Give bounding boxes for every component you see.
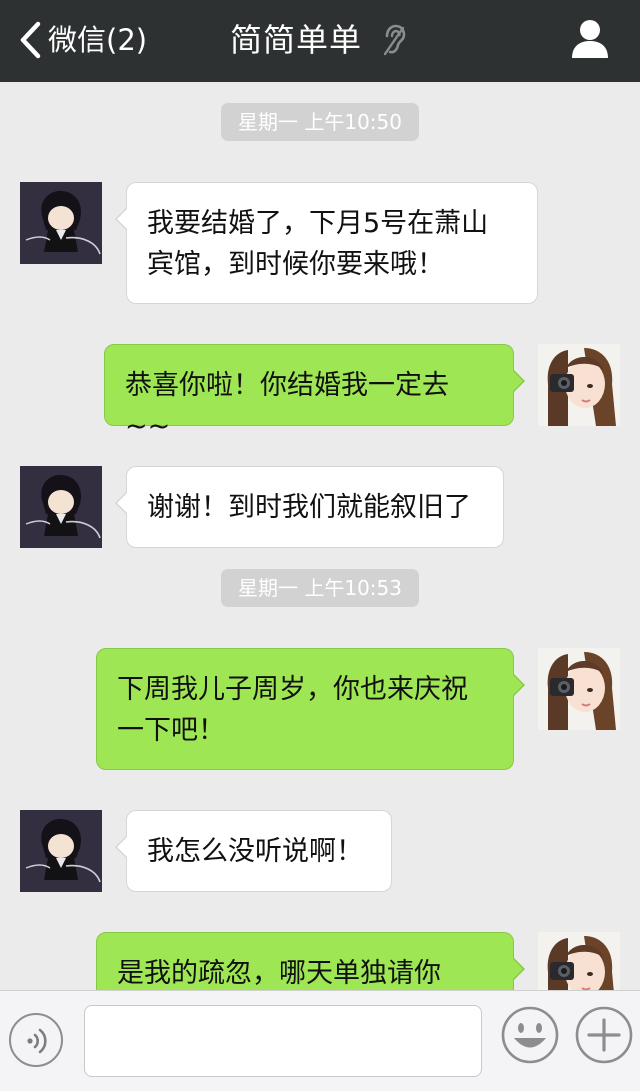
back-label: 微信(2) <box>48 23 148 57</box>
person-icon[interactable] <box>570 18 610 60</box>
message-bubble-outgoing[interactable]: 恭喜你啦！你结婚我一定去~~ <box>104 344 525 442</box>
smiley-icon[interactable] <box>500 1005 560 1065</box>
back-button[interactable]: 微信(2) <box>18 18 147 62</box>
friend-avatar[interactable] <box>20 182 102 264</box>
my-avatar[interactable] <box>538 344 620 426</box>
timestamp: 星期一 上午10:53 <box>221 569 419 607</box>
my-avatar[interactable] <box>538 648 620 730</box>
message-bubble-outgoing[interactable]: 下周我儿子周岁，你也来庆祝 一下吧！ <box>96 648 525 770</box>
input-bar <box>0 990 640 1091</box>
message-bubble-incoming[interactable]: 我怎么没听说啊！ <box>115 810 392 892</box>
voice-button[interactable] <box>9 1013 63 1067</box>
plus-icon[interactable] <box>574 1005 634 1065</box>
timestamp: 星期一 上午10:50 <box>221 103 419 141</box>
message-text: 我要结婚了，下月5号在萧山 <box>147 208 489 239</box>
nav-bar: 微信(2) 简简单单 <box>0 0 640 82</box>
message-text: 一下吧！ <box>117 715 225 746</box>
voice-icon <box>27 1028 47 1054</box>
message-text: 是我的疏忽，哪天单独请你 <box>117 958 441 989</box>
chevron-left-icon <box>20 21 41 59</box>
friend-avatar[interactable] <box>20 810 102 892</box>
message-input[interactable] <box>84 1005 482 1077</box>
message-text: 我怎么没听说啊！ <box>147 836 363 867</box>
friend-avatar[interactable] <box>20 466 102 548</box>
message-text: 恭喜你啦！你结婚我一定去~~ <box>125 370 449 442</box>
message-text: 下周我儿子周岁，你也来庆祝 <box>117 674 468 705</box>
message-bubble-incoming[interactable]: 谢谢！到时我们就能叙旧了 <box>115 466 504 548</box>
message-text: 谢谢！到时我们就能叙旧了 <box>147 492 471 523</box>
chat-title: 简简单单 <box>230 21 363 59</box>
ear-icon <box>383 24 406 56</box>
message-text: 宾馆，到时候你要来哦！ <box>147 249 444 280</box>
message-bubble-incoming[interactable]: 我要结婚了，下月5号在萧山 宾馆，到时候你要来哦！ <box>115 182 538 304</box>
